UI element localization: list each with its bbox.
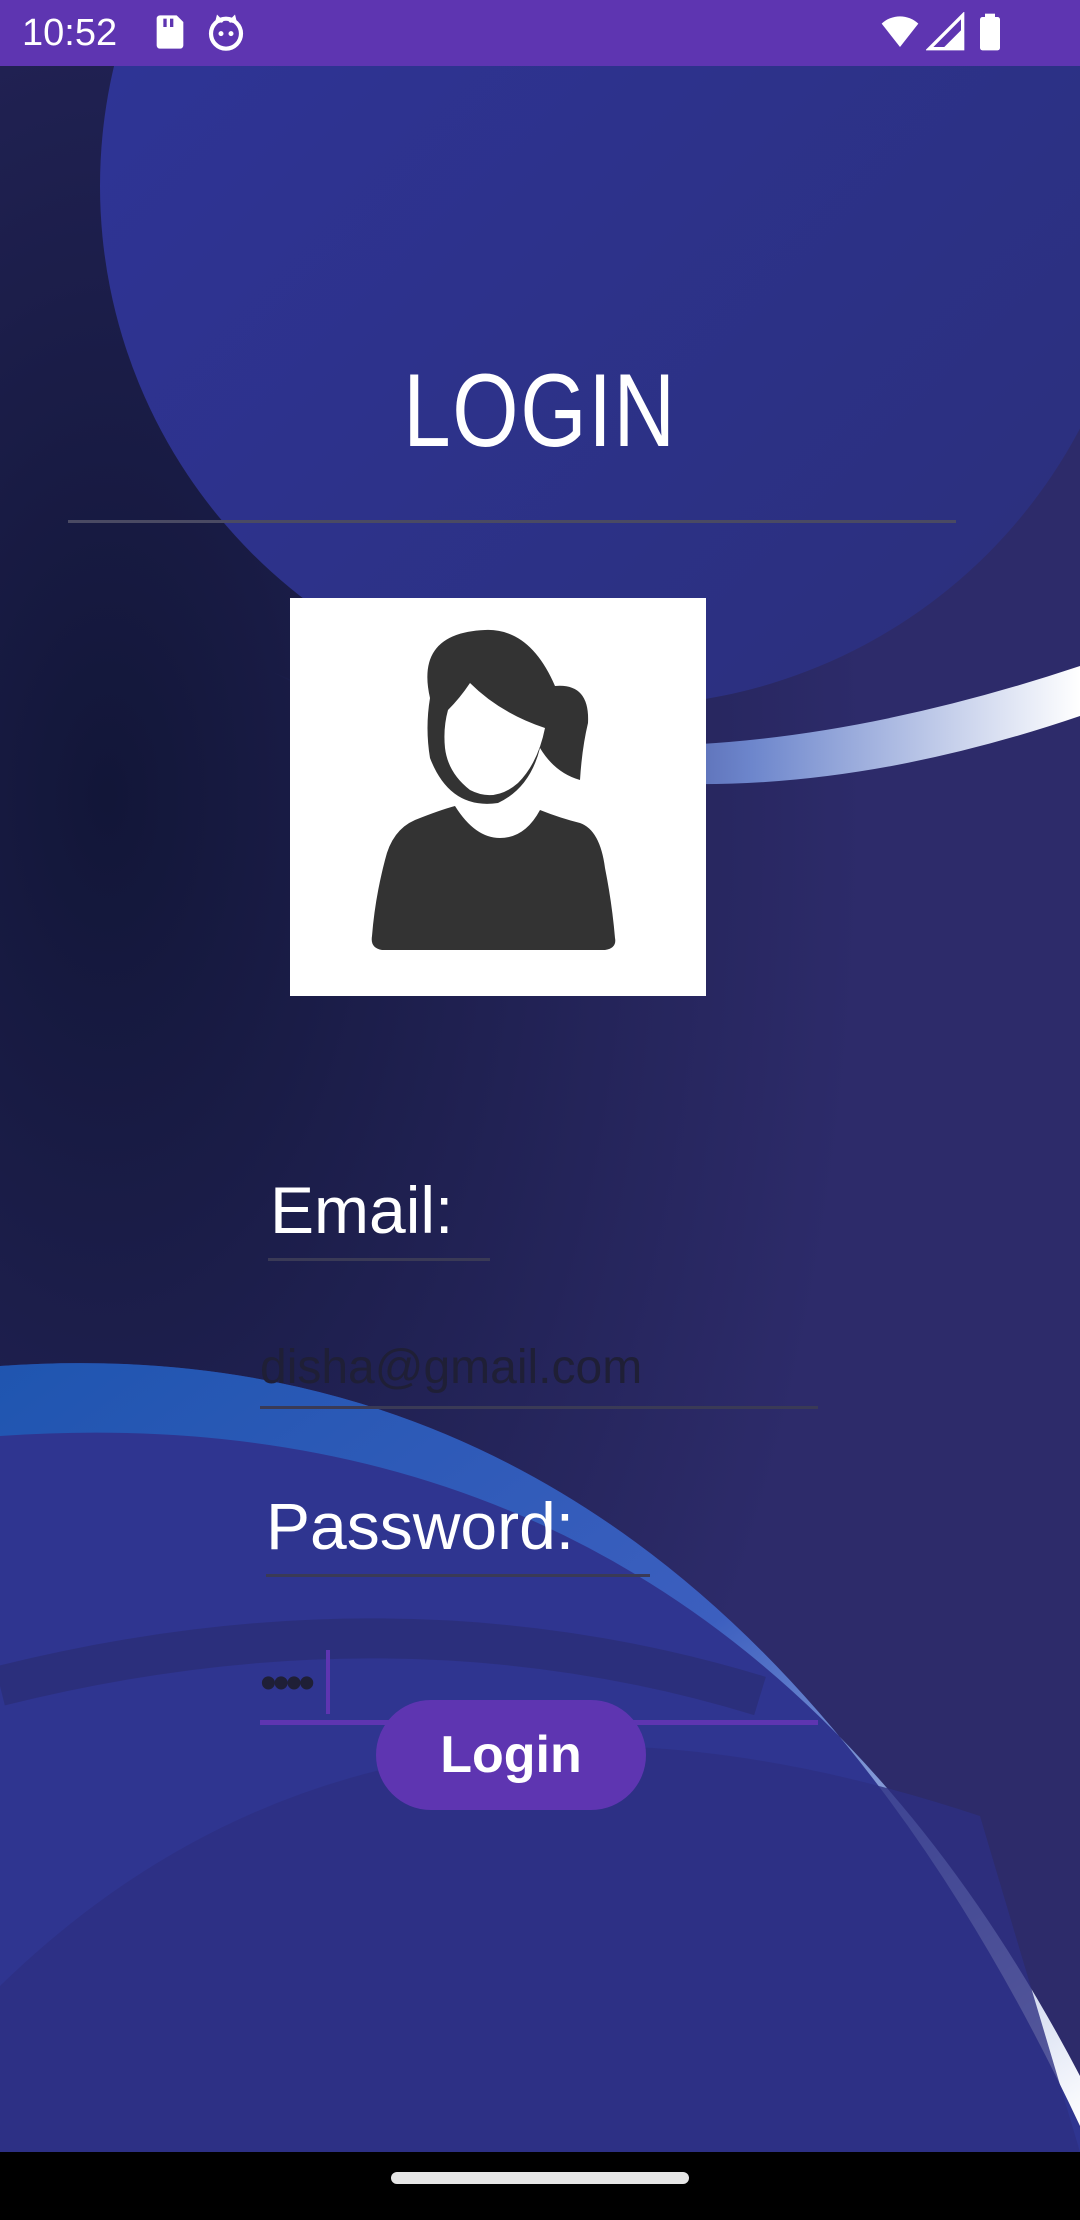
- home-handle[interactable]: [391, 2172, 689, 2184]
- cat-icon: [208, 14, 244, 51]
- signal-icon: [926, 12, 965, 51]
- title-divider: [68, 520, 956, 523]
- login-button[interactable]: Login: [376, 1700, 646, 1810]
- text-cursor: [326, 1650, 330, 1714]
- email-label: Email:: [270, 1173, 454, 1247]
- battery-icon: [980, 13, 1000, 51]
- user-female-icon: [371, 629, 616, 950]
- password-label-underline: [266, 1574, 650, 1577]
- sd-card-icon: [156, 15, 184, 49]
- email-field-underline: [260, 1406, 818, 1409]
- page-title: LOGIN: [403, 353, 677, 469]
- avatar: [290, 598, 706, 996]
- wifi-icon: [881, 16, 919, 47]
- password-label: Password:: [266, 1489, 575, 1563]
- email-label-underline: [268, 1258, 490, 1261]
- status-bar: 10:52: [0, 0, 1080, 66]
- navigation-bar: [0, 2152, 1080, 2220]
- email-field[interactable]: disha@gmail.com: [260, 1340, 818, 1395]
- status-time: 10:52: [22, 12, 118, 54]
